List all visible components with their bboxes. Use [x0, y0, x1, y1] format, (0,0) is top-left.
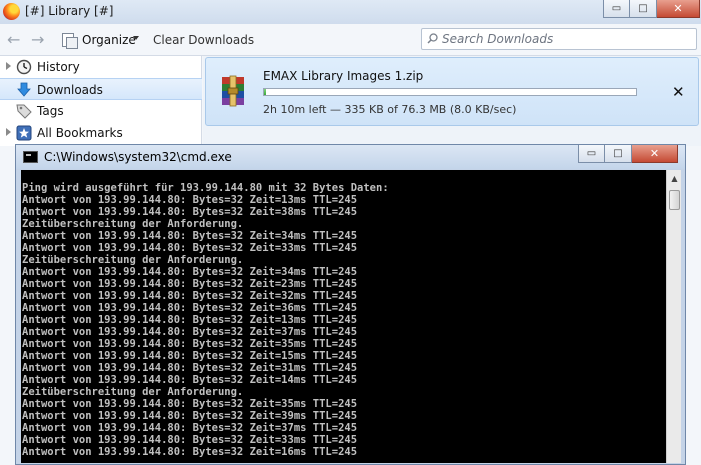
cmd-title-bar: C:\Windows\system32\cmd.exe ▭ □ ✕ — [16, 145, 685, 169]
console-line: Antwort von 193.99.144.80: Bytes=32 Zeit… — [22, 374, 358, 386]
console-line: Zeitüberschreitung der Anforderung. — [22, 386, 244, 398]
sidebar-item-label: Downloads — [37, 83, 103, 97]
sidebar-item-history[interactable]: History — [0, 56, 202, 78]
sidebar-item-label: Tags — [37, 104, 64, 118]
library-window-title: [#] Library [#] — [25, 4, 114, 18]
console-line: Zeitüberschreitung der Anforderung. — [22, 254, 244, 266]
console-line: Antwort von 193.99.144.80: Bytes=32 Zeit… — [22, 194, 358, 206]
console-line: Antwort von 193.99.144.80: Bytes=32 Zeit… — [22, 326, 358, 338]
clear-downloads-button[interactable]: Clear Downloads — [153, 33, 254, 47]
sidebar-item-downloads[interactable]: Downloads — [0, 78, 202, 100]
organize-icon — [62, 33, 78, 49]
chevron-down-icon[interactable] — [133, 36, 139, 40]
library-sidebar: History Downloads Tags All Bookmarks — [0, 56, 202, 146]
clock-icon — [16, 59, 32, 75]
library-minimize-button[interactable]: ▭ — [603, 0, 630, 18]
zip-archive-icon — [222, 75, 244, 107]
console-line: Antwort von 193.99.144.80: Bytes=32 Zeit… — [22, 362, 358, 374]
download-arrow-icon — [17, 82, 31, 97]
cmd-minimize-button[interactable]: ▭ — [578, 145, 605, 163]
cmd-close-button[interactable]: ✕ — [632, 145, 678, 163]
library-title-bar: [#] Library [#] ▭ □ ✕ — [0, 0, 701, 24]
cmd-window-controls: ▭ □ ✕ — [578, 145, 678, 163]
search-icon — [427, 33, 438, 44]
download-progress-bar — [263, 88, 637, 96]
library-close-button[interactable]: ✕ — [657, 0, 700, 18]
console-line: Antwort von 193.99.144.80: Bytes=32 Zeit… — [22, 302, 358, 314]
download-status: 2h 10m left — 335 KB of 76.3 MB (8.0 KB/… — [263, 103, 517, 116]
console-line: Antwort von 193.99.144.80: Bytes=32 Zeit… — [22, 398, 358, 410]
tag-icon — [16, 104, 32, 119]
console-line: Antwort von 193.99.144.80: Bytes=32 Zeit… — [22, 278, 358, 290]
console-line: Zeitüberschreitung der Anforderung. — [22, 218, 244, 230]
download-filename: EMAX Library Images 1.zip — [263, 69, 424, 83]
console-line: Antwort von 193.99.144.80: Bytes=32 Zeit… — [22, 206, 358, 218]
search-input[interactable] — [442, 31, 692, 47]
sidebar-item-label: History — [37, 60, 80, 74]
downloads-list: EMAX Library Images 1.zip 2h 10m left — … — [203, 56, 701, 146]
sidebar-item-all-bookmarks[interactable]: All Bookmarks — [0, 122, 202, 144]
scrollbar-thumb[interactable] — [669, 190, 680, 210]
console-line: Antwort von 193.99.144.80: Bytes=32 Zeit… — [22, 290, 358, 302]
sidebar-item-label: All Bookmarks — [37, 126, 123, 140]
console-line: Antwort von 193.99.144.80: Bytes=32 Zeit… — [22, 350, 358, 362]
scroll-up-arrow-icon[interactable]: ▲ — [667, 170, 682, 187]
sidebar-item-tags[interactable]: Tags — [0, 100, 202, 122]
cancel-download-button[interactable]: ✕ — [672, 83, 685, 101]
organize-button[interactable]: Organize — [82, 33, 136, 47]
download-progress-fill — [264, 89, 266, 95]
console-icon — [23, 151, 38, 163]
bookmark-star-icon — [16, 125, 32, 141]
library-maximize-button[interactable]: □ — [630, 0, 657, 18]
console-line: Antwort von 193.99.144.80: Bytes=32 Zeit… — [22, 446, 358, 458]
forward-arrow-icon[interactable]: → — [31, 30, 44, 49]
cmd-maximize-button[interactable]: □ — [605, 145, 632, 163]
expand-triangle-icon[interactable] — [6, 62, 11, 70]
back-arrow-icon[interactable]: ← — [7, 30, 20, 49]
search-box[interactable] — [421, 28, 697, 50]
library-window-controls: ▭ □ ✕ — [603, 0, 700, 18]
console-line: Antwort von 193.99.144.80: Bytes=32 Zeit… — [22, 434, 358, 446]
console-output[interactable]: Ping wird ausgeführt für 193.99.144.80 m… — [21, 170, 666, 463]
console-line: Antwort von 193.99.144.80: Bytes=32 Zeit… — [22, 422, 358, 434]
console-line: Antwort von 193.99.144.80: Bytes=32 Zeit… — [22, 314, 358, 326]
console-line: Antwort von 193.99.144.80: Bytes=32 Zeit… — [22, 266, 358, 278]
cmd-window: C:\Windows\system32\cmd.exe ▭ □ ✕ Ping w… — [15, 144, 686, 465]
console-line: Antwort von 193.99.144.80: Bytes=32 Zeit… — [22, 230, 358, 242]
console-scrollbar[interactable]: ▲ — [666, 170, 681, 463]
cmd-window-title: C:\Windows\system32\cmd.exe — [44, 150, 232, 164]
expand-triangle-icon[interactable] — [6, 128, 11, 136]
firefox-icon — [3, 3, 20, 20]
console-line: Antwort von 193.99.144.80: Bytes=32 Zeit… — [22, 242, 358, 254]
console-line: Antwort von 193.99.144.80: Bytes=32 Zeit… — [22, 338, 358, 350]
download-item[interactable]: EMAX Library Images 1.zip 2h 10m left — … — [205, 57, 699, 126]
console-line: Antwort von 193.99.144.80: Bytes=32 Zeit… — [22, 410, 358, 422]
console-line: Ping wird ausgeführt für 193.99.144.80 m… — [22, 182, 389, 194]
